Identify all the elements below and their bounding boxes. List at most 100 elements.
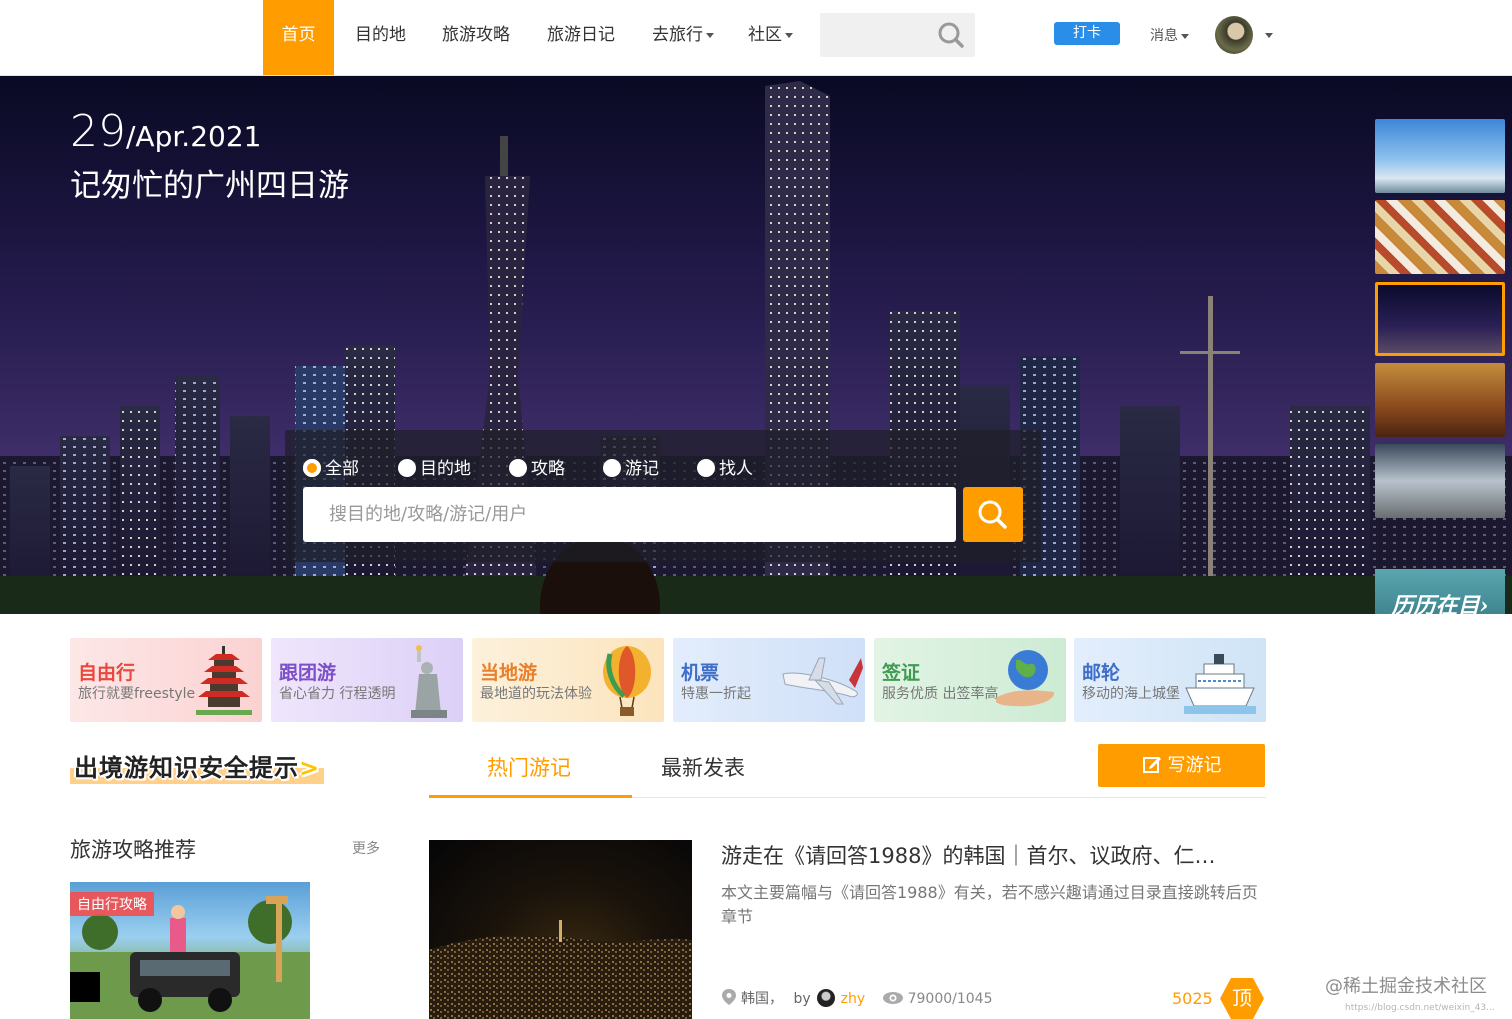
category-subtitle: 服务优质 出签率高 xyxy=(882,686,999,702)
category-subtitle: 特惠一折起 xyxy=(681,686,751,702)
tab-hot-diaries[interactable]: 热门游记 xyxy=(487,752,571,782)
chevron-down-icon xyxy=(785,32,793,38)
nav-item-label: 旅游日记 xyxy=(547,25,615,45)
article-author[interactable]: zhy xyxy=(841,991,866,1007)
cruise-ship-icon xyxy=(1184,654,1256,714)
radio-icon xyxy=(603,459,621,477)
checkin-button[interactable]: 打卡 xyxy=(1054,22,1120,45)
article-meta: 韩国， by zhy 79000/1045 xyxy=(721,988,992,1008)
watermark-url: https://blog.csdn.net/weixin_43... xyxy=(1345,1003,1495,1013)
safety-tips-text: 出境游知识安全提示 xyxy=(74,754,299,782)
category-title: 机票 xyxy=(681,662,720,684)
search-icon xyxy=(978,500,1007,529)
nav-search-input[interactable] xyxy=(820,13,975,57)
filter-radio-people[interactable]: 找人 xyxy=(697,454,753,479)
write-diary-label: 写游记 xyxy=(1167,755,1222,776)
messages-label: 消息 xyxy=(1150,28,1178,44)
top-navbar: 首页 目的地 旅游攻略 旅游日记 去旅行 社区 打卡 消息 xyxy=(0,0,1512,76)
article-views: 79000/1045 xyxy=(907,991,993,1007)
nav-item-travel[interactable]: 去旅行 xyxy=(652,0,714,75)
filter-radio-guide[interactable]: 攻略 xyxy=(509,454,565,479)
hot-air-balloon-icon xyxy=(603,646,651,716)
nav-item-label: 旅游攻略 xyxy=(442,25,510,45)
category-title: 当地游 xyxy=(480,662,538,684)
filter-radio-diary[interactable]: 游记 xyxy=(603,454,659,479)
hero-banner: 29/Apr.2021 记匆忙的广州四日游 全部 目的地 攻略 游记 找人 搜目… xyxy=(0,76,1512,614)
hero-day: 29 xyxy=(70,106,126,157)
airplane-icon xyxy=(782,657,863,705)
category-card-cruise[interactable]: 邮轮 移动的海上城堡 xyxy=(1074,638,1266,722)
category-card-flights[interactable]: 机票 特惠一折起 xyxy=(673,638,865,722)
chevron-right-icon: > xyxy=(299,754,321,782)
guide-tag-badge: 自由行攻略 xyxy=(70,892,154,916)
author-avatar[interactable] xyxy=(816,989,835,1007)
chevron-down-icon xyxy=(1181,33,1189,39)
tab-active-indicator xyxy=(429,795,632,798)
category-card-group-tour[interactable]: 跟团游 省心省力 行程透明 xyxy=(271,638,463,722)
article-likes-count: 5025 xyxy=(1172,989,1213,1008)
write-diary-button[interactable]: 写游记 xyxy=(1098,744,1265,787)
chevron-down-icon[interactable] xyxy=(1265,33,1273,38)
thumbnail-canton-tower-day[interactable] xyxy=(1375,119,1505,193)
thumbnail-cta[interactable]: 历历在目› xyxy=(1375,569,1505,614)
user-avatar[interactable] xyxy=(1215,16,1253,54)
radio-icon xyxy=(303,459,321,477)
guide-recommend-title: 旅游攻略推荐 xyxy=(70,838,196,862)
safety-tips-banner[interactable]: 出境游知识安全提示> xyxy=(70,748,325,784)
thumbnail-night-skyline[interactable] xyxy=(1375,282,1505,356)
upvote-button[interactable]: 顶 xyxy=(1220,978,1264,1019)
article-title[interactable]: 游走在《请回答1988》的韩国｜首尔、议政府、仁… xyxy=(721,840,1261,870)
nav-item-label: 首页 xyxy=(281,25,316,45)
nav-item-label: 目的地 xyxy=(355,25,406,45)
main-search-input[interactable]: 搜目的地/攻略/游记/用户 xyxy=(303,487,956,542)
hero-month-year: /Apr.2021 xyxy=(126,120,262,153)
messages-menu[interactable]: 消息 xyxy=(1150,25,1189,45)
thumbnail-food[interactable] xyxy=(1375,200,1505,274)
hero-title[interactable]: 记匆忙的广州四日游 xyxy=(70,160,349,205)
category-title: 自由行 xyxy=(78,662,136,684)
hero-date: 29/Apr.2021 xyxy=(70,106,261,157)
edit-icon xyxy=(1142,757,1161,773)
nav-item-home[interactable]: 首页 xyxy=(263,0,334,75)
pagoda-icon xyxy=(196,646,252,715)
category-subtitle: 省心省力 行程透明 xyxy=(279,686,396,702)
filter-label: 全部 xyxy=(325,459,359,479)
category-title: 跟团游 xyxy=(279,662,337,684)
category-card-visa[interactable]: 签证 服务优质 出签率高 xyxy=(874,638,1066,722)
tab-latest[interactable]: 最新发表 xyxy=(661,752,745,782)
search-panel: 全部 目的地 攻略 游记 找人 搜目的地/攻略/游记/用户 xyxy=(285,430,1041,562)
radio-icon xyxy=(509,459,527,477)
nav-item-label: 社区 xyxy=(748,25,782,45)
search-icon[interactable] xyxy=(937,21,965,53)
category-subtitle: 移动的海上城堡 xyxy=(1082,686,1180,702)
nav-item-guides[interactable]: 旅游攻略 xyxy=(442,0,510,75)
category-card-free-travel[interactable]: 自由行 旅行就要freestyle xyxy=(70,638,262,722)
filter-radio-destination[interactable]: 目的地 xyxy=(398,454,471,479)
seoul-night-view-image xyxy=(429,920,692,1019)
article-cover-image[interactable] xyxy=(429,840,692,1019)
nav-item-diaries[interactable]: 旅游日记 xyxy=(547,0,615,75)
thumbnail-street[interactable] xyxy=(1375,444,1505,518)
nav-item-destinations[interactable]: 目的地 xyxy=(355,0,406,75)
thumbnail-interior[interactable] xyxy=(1375,363,1505,437)
radio-icon xyxy=(398,459,416,477)
article-location[interactable]: 韩国， xyxy=(741,991,783,1007)
filter-radio-all[interactable]: 全部 xyxy=(303,454,359,479)
chevron-down-icon xyxy=(706,32,714,38)
filter-label: 找人 xyxy=(719,459,753,479)
globe-hand-icon xyxy=(996,650,1055,707)
watermark: @稀土掘金技术社区 xyxy=(1325,976,1487,997)
location-pin-icon xyxy=(722,989,736,1005)
article-by-label: by xyxy=(793,991,811,1007)
radio-icon xyxy=(697,459,715,477)
statue-of-liberty-icon xyxy=(411,645,447,718)
category-title: 邮轮 xyxy=(1082,662,1121,684)
category-card-local-tour[interactable]: 当地游 最地道的玩法体验 xyxy=(472,638,664,722)
nav-item-community[interactable]: 社区 xyxy=(748,0,793,75)
main-search-button[interactable] xyxy=(963,487,1023,542)
guide-more-link[interactable]: 更多 xyxy=(352,838,380,858)
category-title: 签证 xyxy=(882,662,921,684)
category-subtitle: 最地道的玩法体验 xyxy=(480,686,592,702)
nav-item-label: 去旅行 xyxy=(652,25,703,45)
eye-icon xyxy=(882,992,903,1004)
